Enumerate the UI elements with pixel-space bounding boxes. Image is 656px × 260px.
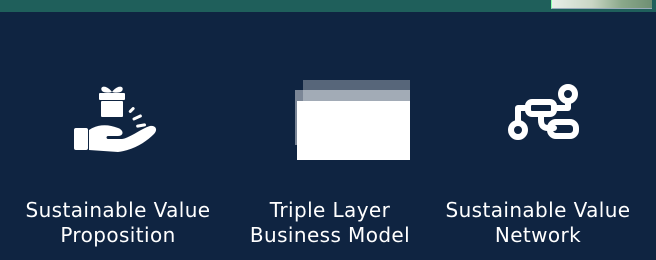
feature-value-network: Sustainable Value Network [430, 0, 646, 260]
layered-canvas-icon [295, 80, 410, 160]
feature-label-line1: Sustainable Value [25, 198, 211, 222]
gift-in-hand-icon [74, 86, 157, 152]
feature-label-line1: Triple Layer [269, 198, 391, 222]
feature-label-line2: Business Model [249, 223, 411, 247]
feature-label: Sustainable Value Proposition [10, 198, 226, 248]
feature-label: Sustainable Value Network [430, 198, 646, 248]
feature-value-proposition: Sustainable Value Proposition [10, 0, 226, 260]
network-flow-icon [508, 84, 579, 140]
feature-label-line1: Sustainable Value [445, 198, 631, 222]
feature-triple-layer: Triple Layer Business Model [222, 0, 438, 260]
feature-label-line2: Network [494, 223, 582, 247]
feature-label-line2: Proposition [60, 223, 176, 247]
feature-label: Triple Layer Business Model [222, 198, 438, 248]
